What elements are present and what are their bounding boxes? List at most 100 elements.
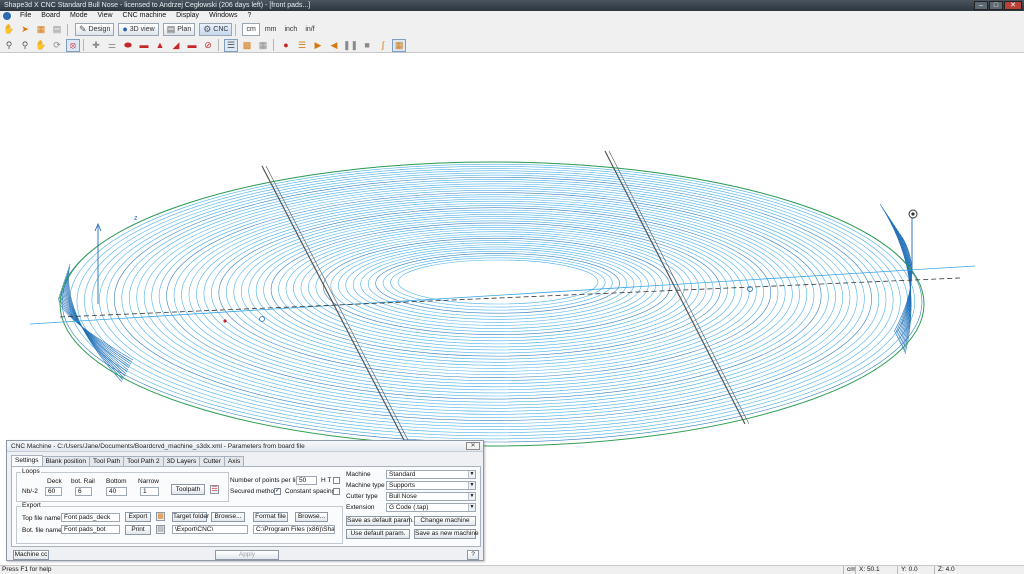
mode-3d-view-button[interactable]: ● 3D view	[118, 23, 159, 36]
zoom-button[interactable]: ⚲	[2, 39, 16, 52]
unit-inch-button[interactable]: inch	[281, 23, 300, 36]
ht-checkbox[interactable]	[333, 477, 340, 484]
format-file-button[interactable]: Format file	[253, 512, 288, 522]
tab-blank-position[interactable]: Blank position	[41, 456, 90, 466]
unit-mm-button[interactable]: mm	[262, 23, 280, 36]
menu-display[interactable]: Display	[171, 11, 204, 21]
measure-tool-button[interactable]: ▤	[50, 23, 64, 36]
mode-cnc-button[interactable]: ⚙ CNC	[199, 23, 233, 36]
top-file-name-input[interactable]: Font pads_deck	[61, 513, 120, 522]
rewind-button[interactable]: ◀	[327, 39, 341, 52]
tab-tool-path[interactable]: Tool Path	[88, 456, 125, 466]
list-view-button[interactable]: ☰	[224, 38, 238, 52]
menu-board[interactable]: Board	[36, 11, 65, 21]
points-per-line-input[interactable]: 50	[296, 476, 317, 485]
slice-button[interactable]: ⚌	[105, 39, 119, 52]
menu-file[interactable]: File	[15, 11, 36, 21]
machine-type-select[interactable]: Supports ▼	[386, 481, 476, 490]
document-icon[interactable]: ▤	[156, 525, 165, 534]
bottom-input[interactable]: 40	[106, 487, 127, 496]
board-view-6-button[interactable]: ⊘	[201, 39, 215, 52]
browse-target-folder-button[interactable]: Browse...	[211, 512, 245, 522]
save-default-param-button[interactable]: Save as default param.	[346, 516, 414, 526]
simulate-button[interactable]: ∫	[376, 39, 390, 52]
unit-inf-button[interactable]: in/f	[302, 23, 317, 36]
hand-tool-button[interactable]: ✋	[2, 23, 16, 36]
machine-select[interactable]: Standard ▼	[386, 470, 476, 479]
select-tool-button[interactable]: ➤	[18, 23, 32, 36]
window-controls: – □ ✕	[974, 1, 1022, 10]
unit-cm-button[interactable]: cm	[242, 23, 260, 36]
export-button[interactable]: Export	[125, 512, 151, 522]
tab-axis[interactable]: Axis	[223, 456, 245, 466]
zoom-window-button[interactable]: ⚲	[18, 39, 32, 52]
board-view-5-button[interactable]: ▬	[185, 39, 199, 52]
window-title: Shape3d X CNC Standard Bull Nose - licen…	[4, 2, 311, 9]
bot-rail-input[interactable]: 6	[75, 487, 92, 496]
tab-cutter[interactable]: Cutter	[199, 456, 225, 466]
menu-cnc-machine[interactable]: CNC machine	[118, 11, 172, 21]
secured-method-checkbox[interactable]: ✓	[274, 488, 281, 495]
toolpath-preview-icon[interactable]: ☰	[210, 485, 219, 494]
lock-tool-button[interactable]: ▦	[34, 23, 48, 36]
secured-method-label: Secured method	[230, 488, 278, 495]
menu-mode[interactable]: Mode	[65, 11, 93, 21]
board-view-4-button[interactable]: ◢	[169, 39, 183, 52]
apply-button[interactable]: Apply	[215, 550, 279, 560]
settings-panel-button[interactable]: ▦	[392, 38, 407, 52]
target-folder-input[interactable]: \Export\CNC\	[172, 525, 248, 534]
use-default-param-button[interactable]: Use default param.	[346, 529, 410, 539]
board-view-1-button[interactable]: ⬬	[121, 39, 135, 52]
layers-button[interactable]: ☰	[295, 39, 309, 52]
close-button[interactable]: ✕	[1004, 1, 1022, 10]
format-file-input[interactable]: C:\Program Files (x86)\Shape	[253, 525, 335, 534]
cross-section-button[interactable]: ✚	[89, 39, 103, 52]
open-folder-icon[interactable]: ▦	[156, 512, 165, 521]
toolpath-button[interactable]: Toolpath	[171, 484, 205, 495]
extension-select[interactable]: G Code (.tap) ▼	[386, 503, 476, 512]
target-folder-button[interactable]: Target folder	[172, 512, 209, 522]
machine-button[interactable]: ▩	[240, 39, 254, 52]
toolpath-ring	[181, 196, 808, 394]
stop-button[interactable]: ●	[279, 39, 293, 52]
constant-spacing-checkbox[interactable]	[333, 488, 340, 495]
no-rotate-button[interactable]: ⦻	[66, 38, 80, 52]
play-button[interactable]: ▶	[311, 39, 325, 52]
print-button[interactable]: Print	[125, 525, 151, 535]
machine-cc-button[interactable]: Machine cc	[13, 550, 49, 560]
grid-button[interactable]: ▦	[256, 39, 270, 52]
minimize-button[interactable]: –	[974, 1, 988, 10]
bot-file-name-input[interactable]: Font pads_bot	[61, 525, 120, 534]
menu-windows[interactable]: Windows	[204, 11, 242, 21]
browse-format-file-button[interactable]: Browse...	[295, 512, 328, 522]
pause-button[interactable]: ❚❚	[343, 39, 358, 52]
board-view-3-button[interactable]: ▲	[153, 39, 167, 52]
narrow-input[interactable]: 1	[140, 487, 159, 496]
cnc-3d-viewport[interactable]: z CNC Machine - C:/Users/Jane/Documents/…	[0, 54, 1024, 565]
cutter-type-select[interactable]: Bull Nose ▼	[386, 492, 476, 501]
mode-plan-button[interactable]: ▤ Plan	[162, 23, 196, 36]
rewind-icon: ◀	[330, 39, 338, 50]
menu-view[interactable]: View	[92, 11, 117, 21]
stop-square-button[interactable]: ■	[360, 39, 374, 52]
toolbar-separator	[218, 39, 219, 51]
mode-design-button[interactable]: ✎ Design	[75, 23, 115, 36]
app-icon[interactable]	[3, 12, 11, 20]
tab-3d-layers[interactable]: 3D Layers	[162, 456, 201, 466]
board-view-2-button[interactable]: ▬	[137, 39, 151, 52]
dialog-close-button[interactable]: ✕	[466, 442, 480, 450]
change-machine-button[interactable]: Change machine	[414, 516, 476, 526]
tab-tool-path-2[interactable]: Tool Path 2	[123, 456, 164, 466]
pencil-icon: ✎	[79, 24, 87, 34]
toolbar-separator	[273, 39, 274, 51]
maximize-button[interactable]: □	[989, 1, 1003, 10]
help-button[interactable]: ?	[467, 550, 479, 560]
toolpath-icon: ∫	[381, 39, 385, 50]
deck-input[interactable]: 60	[45, 487, 62, 496]
pan-button[interactable]: ✋	[34, 39, 48, 52]
tab-settings[interactable]: Settings	[11, 455, 43, 466]
panel-icon: ▦	[394, 39, 404, 50]
rotate-button[interactable]: ⟳	[50, 39, 64, 52]
menu-help[interactable]: ?	[242, 11, 256, 21]
save-new-machine-button[interactable]: Save as new machine	[414, 529, 479, 539]
